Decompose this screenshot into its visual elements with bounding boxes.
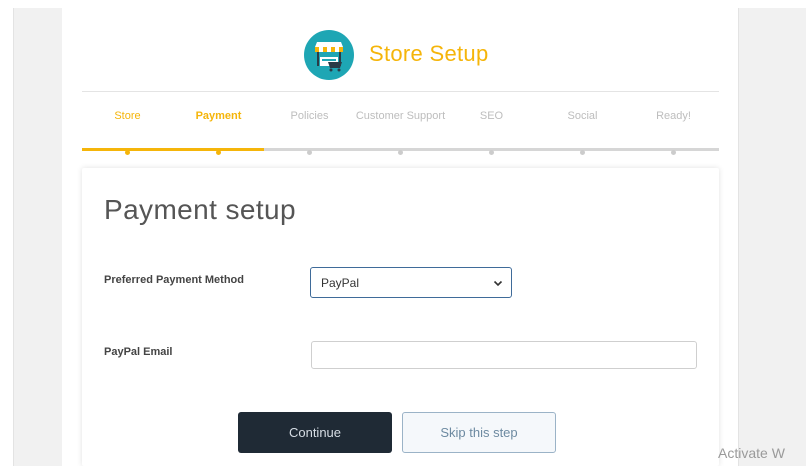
right-gutter <box>738 8 806 466</box>
window-edge <box>0 0 13 466</box>
header-divider <box>82 91 719 92</box>
step-policies[interactable]: Policies <box>264 109 355 124</box>
paypal-email-input[interactable] <box>311 341 697 369</box>
step-seo[interactable]: SEO <box>446 109 537 124</box>
paypal-email-label: PayPal Email <box>104 346 173 358</box>
chevron-down-icon <box>493 277 503 291</box>
step-customer-support[interactable]: Customer Support <box>355 109 446 124</box>
activation-watermark: Activate W <box>718 445 785 461</box>
payment-method-value: PayPal <box>321 276 360 290</box>
step-dot-store <box>125 150 130 155</box>
step-dot-ready <box>671 150 676 155</box>
step-dot-customer-support <box>398 150 403 155</box>
step-payment[interactable]: Payment <box>173 109 264 124</box>
step-dot-payment <box>216 150 221 155</box>
wizard-header: Store Setup <box>62 30 738 80</box>
progress-steps: Store Payment Policies Customer Support … <box>82 100 719 160</box>
skip-step-button[interactable]: Skip this step <box>402 412 556 453</box>
continue-button[interactable]: Continue <box>238 412 392 453</box>
step-dot-social <box>580 150 585 155</box>
setup-wizard: Store Setup Store Payment Policies Custo… <box>62 8 738 466</box>
step-ready[interactable]: Ready! <box>628 109 719 124</box>
step-dot-seo <box>489 150 494 155</box>
payment-method-select[interactable]: PayPal <box>310 267 512 298</box>
step-social[interactable]: Social <box>537 109 628 124</box>
progress-fill <box>82 148 265 151</box>
step-dot-policies <box>307 150 312 155</box>
app-title: Store Setup <box>369 41 489 66</box>
step-store[interactable]: Store <box>82 109 173 124</box>
left-gutter <box>13 8 62 466</box>
storefront-icon <box>304 30 354 80</box>
payment-method-label: Preferred Payment Method <box>104 274 244 286</box>
payment-setup-panel: Payment setup Preferred Payment Method P… <box>82 168 719 466</box>
page-title: Payment setup <box>104 194 296 225</box>
